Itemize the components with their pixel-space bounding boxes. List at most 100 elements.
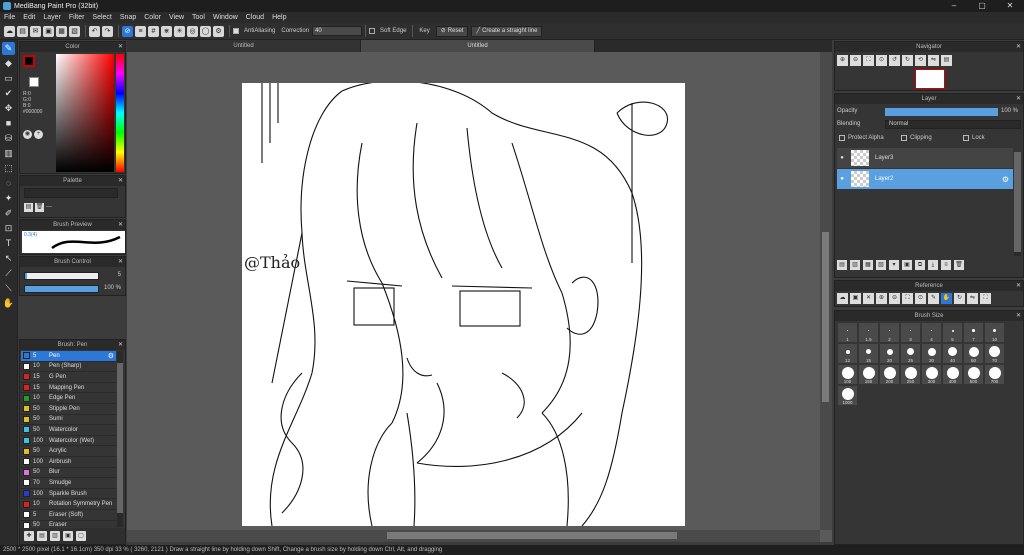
select-pen-tool-icon[interactable]: ✐ (2, 207, 15, 220)
gradient-tool-icon[interactable]: ▥ (2, 147, 15, 160)
brush-size-cell[interactable]: 700 (985, 365, 1004, 384)
brush-item[interactable]: 50 Watercolor (21, 425, 116, 436)
brush-item[interactable]: 100 Watercolor (Wet) (21, 436, 116, 447)
layer-item-layer3[interactable]: ● Layer3 (837, 148, 1013, 168)
fill-rect-tool-icon[interactable]: ■ (2, 117, 15, 130)
bucket-tool-icon[interactable]: ⛁ (2, 132, 15, 145)
cloud-icon[interactable]: ☁ (4, 25, 15, 37)
brush-size-slider[interactable] (24, 272, 99, 280)
select-eraser-tool-icon[interactable]: ⊡ (2, 222, 15, 235)
reference-fit-icon[interactable]: ⛶ (902, 293, 913, 304)
new-icon[interactable]: ▤ (17, 25, 28, 37)
layer-menu-icon[interactable]: ≡ (941, 260, 951, 270)
snap-parallel-icon[interactable]: ≡ (135, 25, 146, 37)
snap-cross-icon[interactable]: # (148, 25, 159, 37)
brush-size-cell[interactable]: 30 (922, 344, 941, 363)
straight-line-button[interactable]: ╱ Create a straight line (471, 25, 543, 37)
folder-icon[interactable]: ▣ (43, 25, 54, 37)
brush-list-scrollbar[interactable] (117, 351, 123, 527)
brush-size-cell[interactable]: 40 (943, 344, 962, 363)
brush-opacity-slider[interactable] (24, 285, 99, 293)
layer-folder-icon[interactable]: ▣ (902, 260, 912, 270)
undo-icon[interactable]: ↶ (89, 25, 100, 37)
menu-color[interactable]: Color (144, 14, 161, 21)
panel-close-icon[interactable]: ✕ (118, 42, 123, 52)
redo-icon[interactable]: ↷ (102, 25, 113, 37)
snap-vanish-icon[interactable]: ⋇ (161, 25, 172, 37)
panel-close-icon[interactable]: ✕ (118, 220, 123, 230)
color-add-icon[interactable]: + (34, 130, 43, 139)
new-halftone-layer-icon[interactable]: ▥ (850, 260, 860, 270)
eyedropper-tool-icon[interactable]: ⟍ (2, 282, 15, 295)
brush-item[interactable]: 15 G Pen (21, 372, 116, 383)
reference-hand-icon[interactable]: ✋ (941, 293, 952, 304)
brush-size-cell[interactable]: 1.5 (859, 323, 878, 342)
foreground-color-swatch[interactable] (23, 55, 35, 67)
brush-item[interactable]: 5 Pen ⚙ (21, 351, 116, 362)
layer-settings-icon[interactable]: ⚙ (1002, 175, 1009, 184)
background-color-swatch[interactable] (29, 77, 39, 87)
snap-radial-icon[interactable]: ✳ (174, 25, 185, 37)
brush-add-icon[interactable]: ✚ (24, 531, 34, 541)
flip-icon[interactable]: ⇋ (928, 55, 939, 66)
canvas-vertical-scrollbar[interactable] (820, 52, 832, 530)
brush-size-cell[interactable]: 250 (901, 365, 920, 384)
menu-filter[interactable]: Filter (69, 14, 85, 21)
reference-actual-icon[interactable]: ⊙ (915, 293, 926, 304)
lasso-tool-icon[interactable]: ◌ (2, 177, 15, 190)
canvas-horizontal-scrollbar[interactable] (127, 530, 820, 542)
menu-help[interactable]: Help (272, 14, 286, 21)
menu-view[interactable]: View (169, 14, 184, 21)
palette-menu[interactable]: --- (46, 203, 52, 212)
delete-layer-icon[interactable]: 🗑 (954, 260, 964, 270)
reset-button[interactable]: ⊘ Reset (435, 25, 469, 37)
brush-item[interactable]: 50 Blur (21, 468, 116, 479)
text-tool-icon[interactable]: T (2, 237, 15, 250)
new-8bit-layer-icon[interactable]: ▦ (863, 260, 873, 270)
brush-item[interactable]: 15 Mapping Pen (21, 383, 116, 394)
brush-size-cell[interactable]: 2 (880, 323, 899, 342)
menu-cloud[interactable]: Cloud (246, 14, 264, 21)
magic-wand-tool-icon[interactable]: ✦ (2, 192, 15, 205)
navigator-settings-icon[interactable]: ▤ (941, 55, 952, 66)
visibility-icon[interactable]: ● (837, 155, 847, 161)
blending-select[interactable]: Normal (885, 120, 1021, 129)
panel-close-icon[interactable]: ✕ (118, 257, 123, 267)
navigator-thumbnail[interactable] (915, 69, 945, 89)
brush-size-cell[interactable]: 200 (880, 365, 899, 384)
palette-delete-icon[interactable]: 🗑 (35, 203, 44, 212)
eraser-tool-icon[interactable]: ◆ (2, 57, 15, 70)
brush-item[interactable]: 50 Acrylic (21, 446, 116, 457)
reset-rotation-icon[interactable]: ⟲ (915, 55, 926, 66)
reference-rotate-icon[interactable]: ↻ (954, 293, 965, 304)
palette-select[interactable] (24, 188, 118, 198)
brush-settings-icon[interactable]: ▥ (50, 531, 60, 541)
brush-size-cell[interactable]: 3 (901, 323, 920, 342)
brush-item[interactable]: 100 Sparkle Brush (21, 489, 116, 500)
new-layer-icon[interactable]: ▤ (837, 260, 847, 270)
correction-select[interactable]: 40 (312, 26, 363, 36)
layer-type-menu-icon[interactable]: ▾ (889, 260, 899, 270)
brush-size-cell[interactable]: 10 (985, 323, 1004, 342)
check-tool-icon[interactable]: ✔ (2, 87, 15, 100)
snap-circle-icon[interactable]: ◎ (187, 25, 198, 37)
select-tool-icon[interactable]: ⬚ (2, 162, 15, 175)
protect-alpha-checkbox[interactable] (839, 135, 845, 141)
menu-snap[interactable]: Snap (120, 14, 136, 21)
close-button[interactable]: ✕ (996, 0, 1024, 12)
reference-fullscreen-icon[interactable]: ⛶ (980, 293, 991, 304)
brush-item[interactable]: 10 Edge Pen (21, 393, 116, 404)
move-tool-icon[interactable]: ✥ (2, 102, 15, 115)
panel-close-icon[interactable]: ✕ (1016, 311, 1021, 321)
brush-settings-icon[interactable]: ⚙ (108, 352, 114, 360)
brush-item[interactable]: 70 Smudge (21, 478, 116, 489)
brush-copy-icon[interactable]: ▤ (37, 531, 47, 541)
reference-zoom-in-icon[interactable]: ⊕ (876, 293, 887, 304)
layer-item-layer2[interactable]: ● Layer2 ⚙ (837, 169, 1013, 189)
menu-window[interactable]: Window (213, 14, 238, 21)
snap-curve-icon[interactable]: ◯ (200, 25, 211, 37)
brush-size-cell[interactable]: 15 (859, 344, 878, 363)
fit-icon[interactable]: ⛶ (863, 55, 874, 66)
duplicate-layer-icon[interactable]: ⧉ (915, 260, 925, 270)
menu-file[interactable]: File (4, 14, 15, 21)
